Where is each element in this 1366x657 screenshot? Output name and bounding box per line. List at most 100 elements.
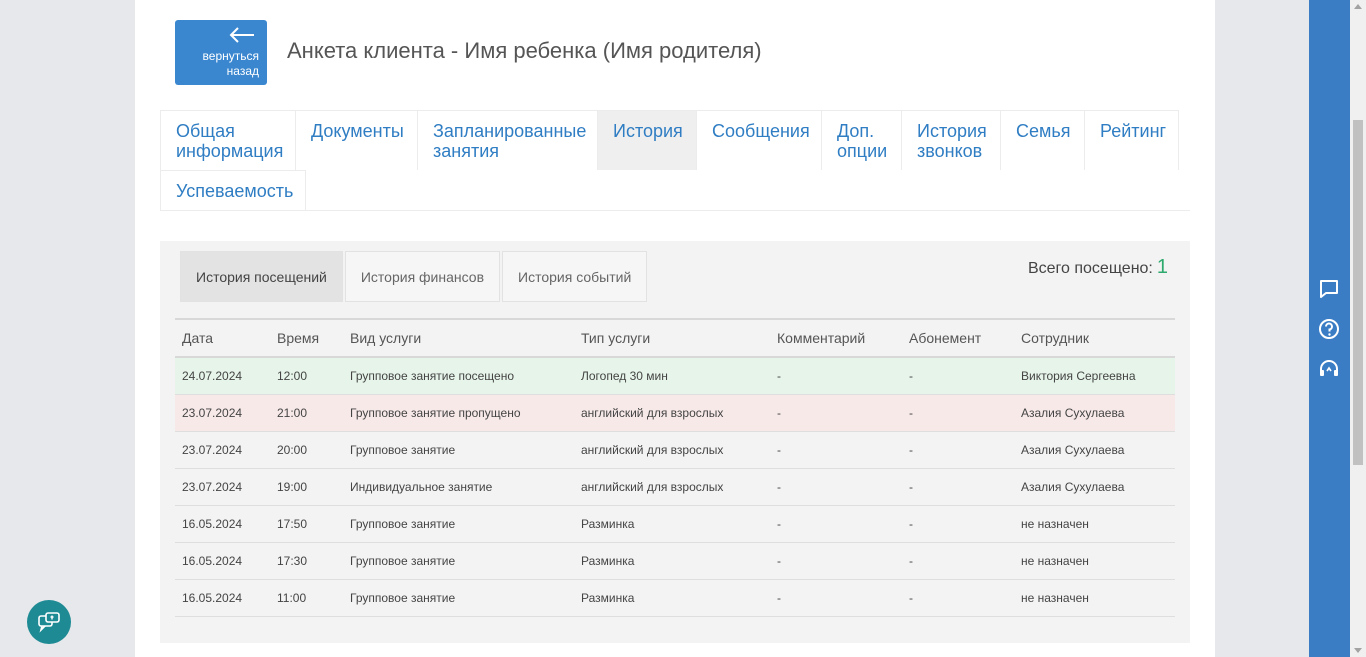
subtab-event-history[interactable]: История событий — [502, 251, 648, 302]
tab-label: Общая — [176, 121, 235, 141]
cell-comment: - — [770, 505, 902, 543]
cell-service-kind: Групповое занятие — [343, 431, 574, 469]
cell-time: 21:00 — [270, 394, 343, 432]
cell-service-type: английский для взрослых — [574, 394, 770, 432]
cell-comment: - — [770, 431, 902, 469]
column-header-employee[interactable]: Сотрудник — [1014, 318, 1175, 358]
cell-comment: - — [770, 579, 902, 617]
tab-label: Документы — [311, 121, 404, 141]
tab-rating[interactable]: Рейтинг — [1084, 110, 1179, 170]
back-button-label-line2: назад — [226, 64, 259, 78]
total-visits: Всего посещено: 1 — [1028, 256, 1168, 279]
cell-subscription: - — [902, 394, 1014, 432]
cell-date: 16.05.2024 — [175, 505, 270, 543]
cell-service-type: Разминка — [574, 579, 770, 617]
subtab-visit-history[interactable]: История посещений — [180, 251, 343, 302]
column-header-subscription[interactable]: Абонемент — [902, 318, 1014, 358]
chat-support-button[interactable] — [27, 600, 71, 644]
tab-family[interactable]: Семья — [1000, 110, 1085, 170]
tab-label: информация — [176, 141, 284, 161]
tab-label: Сообщения — [712, 121, 810, 141]
cell-date: 24.07.2024 — [175, 357, 270, 395]
column-header-service-kind[interactable]: Вид услуги — [343, 318, 574, 358]
tab-label: История — [917, 121, 987, 141]
table-row: 23.07.2024 19:00 Индивидуальное занятие … — [175, 468, 1175, 506]
cell-subscription: - — [902, 431, 1014, 469]
scroll-up-arrow-icon[interactable] — [1354, 4, 1362, 9]
cell-subscription: - — [902, 505, 1014, 543]
table-row: 24.07.2024 12:00 Групповое занятие посещ… — [175, 357, 1175, 395]
chat-support-icon — [38, 612, 60, 633]
cell-service-type: Разминка — [574, 542, 770, 580]
tab-scheduled-lessons[interactable]: Запланированные занятия — [417, 110, 598, 170]
cell-employee: Азалия Сухулаева — [1014, 431, 1175, 469]
page-scrollbar[interactable] — [1350, 0, 1366, 657]
cell-employee: не назначен — [1014, 505, 1175, 543]
column-header-service-type[interactable]: Тип услуги — [574, 318, 770, 358]
chat-bubble-icon[interactable] — [1318, 278, 1340, 300]
cell-comment: - — [770, 468, 902, 506]
tab-documents[interactable]: Документы — [295, 110, 418, 170]
cell-comment: - — [770, 394, 902, 432]
tab-general-info[interactable]: Общая информация — [160, 110, 296, 170]
client-tabs: Общая информация Документы Запланированн… — [160, 110, 1190, 211]
cell-time: 19:00 — [270, 468, 343, 506]
cell-time: 17:50 — [270, 505, 343, 543]
cell-date: 23.07.2024 — [175, 394, 270, 432]
right-sidebar — [1309, 0, 1350, 657]
subtab-finance-history[interactable]: История финансов — [344, 251, 501, 302]
history-subtabs: История посещений История финансов Истор… — [180, 251, 649, 302]
cell-comment: - — [770, 542, 902, 580]
cell-date: 16.05.2024 — [175, 542, 270, 580]
total-visits-value: 1 — [1156, 256, 1168, 278]
tab-row-2: Успеваемость — [160, 170, 1190, 210]
back-button[interactable]: вернуться назад — [175, 20, 267, 85]
tab-extra-options[interactable]: Доп. опции — [821, 110, 902, 170]
cell-service-kind: Групповое занятие — [343, 542, 574, 580]
tab-history[interactable]: История — [597, 110, 697, 170]
cell-service-kind: Групповое занятие — [343, 579, 574, 617]
table-header-row: Дата Время Вид услуги Тип услуги Коммент… — [175, 318, 1175, 358]
scroll-down-arrow-icon[interactable] — [1354, 648, 1362, 653]
tab-label: Рейтинг — [1100, 121, 1167, 141]
tab-label: звонков — [917, 141, 983, 161]
cell-subscription: - — [902, 579, 1014, 617]
arrow-left-icon — [229, 27, 254, 43]
cell-service-kind: Групповое занятие — [343, 505, 574, 543]
column-header-date[interactable]: Дата — [175, 318, 270, 358]
cell-employee: не назначен — [1014, 542, 1175, 580]
tab-row-1: Общая информация Документы Запланированн… — [160, 110, 1190, 170]
tab-call-history[interactable]: История звонков — [901, 110, 1001, 170]
cell-time: 12:00 — [270, 357, 343, 395]
cell-employee: Азалия Сухулаева — [1014, 468, 1175, 506]
table-row: 16.05.2024 11:00 Групповое занятие Разми… — [175, 579, 1175, 617]
cell-time: 11:00 — [270, 579, 343, 617]
page-container: вернуться назад Анкета клиента - Имя реб… — [135, 0, 1215, 657]
tab-messages[interactable]: Сообщения — [696, 110, 822, 170]
column-header-time[interactable]: Время — [270, 318, 343, 358]
cell-service-type: Разминка — [574, 505, 770, 543]
column-header-comment[interactable]: Комментарий — [770, 318, 902, 358]
tab-label: опции — [837, 141, 888, 161]
table-row: 16.05.2024 17:50 Групповое занятие Разми… — [175, 505, 1175, 543]
tab-label: Запланированные — [433, 121, 587, 141]
cell-employee: Азалия Сухулаева — [1014, 394, 1175, 432]
tab-label: Доп. — [837, 121, 875, 141]
cell-time: 20:00 — [270, 431, 343, 469]
tab-label: Успеваемость — [176, 181, 294, 201]
tab-progress[interactable]: Успеваемость — [160, 170, 306, 210]
cell-date: 16.05.2024 — [175, 579, 270, 617]
cell-service-type: английский для взрослых — [574, 468, 770, 506]
cell-date: 23.07.2024 — [175, 431, 270, 469]
scroll-thumb[interactable] — [1353, 120, 1363, 465]
help-circle-icon[interactable] — [1318, 318, 1340, 340]
tab-label: Семья — [1016, 121, 1071, 141]
support-headset-icon[interactable] — [1318, 358, 1340, 380]
visit-history-table: Дата Время Вид услуги Тип услуги Коммент… — [175, 318, 1175, 617]
cell-service-type: Логопед 30 мин — [574, 357, 770, 395]
cell-employee: не назначен — [1014, 579, 1175, 617]
cell-date: 23.07.2024 — [175, 468, 270, 506]
cell-subscription: - — [902, 542, 1014, 580]
cell-employee: Виктория Сергеевна — [1014, 357, 1175, 395]
cell-subscription: - — [902, 468, 1014, 506]
